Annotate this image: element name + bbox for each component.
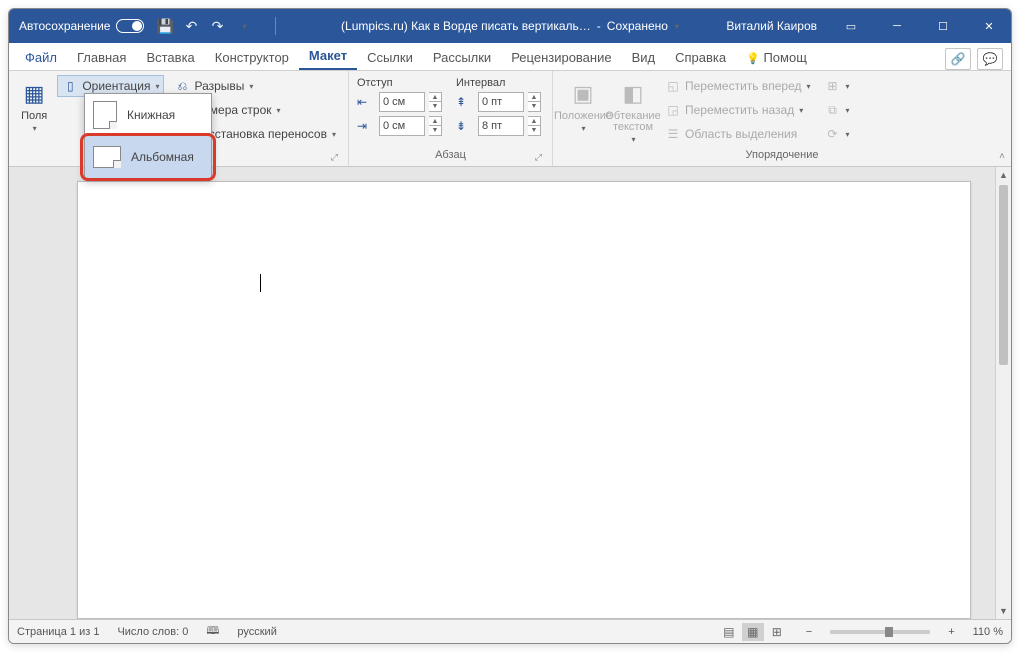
tab-review[interactable]: Рецензирование — [501, 45, 621, 70]
comments-icon[interactable]: 💬 — [977, 48, 1003, 70]
bring-forward-button: ◱Переместить вперед▾ — [661, 75, 815, 97]
share-icon[interactable]: 🔗 — [945, 48, 971, 70]
wrap-icon: ◧ — [618, 79, 648, 109]
proofing-icon[interactable]: 🕮 — [206, 622, 219, 641]
tab-help[interactable]: Справка — [665, 45, 736, 70]
portrait-icon — [93, 101, 117, 129]
autosave-label: Автосохранение — [19, 19, 110, 33]
breaks-icon: ⎌ — [174, 78, 190, 94]
ribbon: ▦ Поля ▾ ▯ Ориентация▾ ⎌ Разрывы▾ — [9, 71, 1011, 167]
indent-label: Отступ — [357, 77, 442, 89]
tab-home[interactable]: Главная — [67, 45, 136, 70]
indent-right-input[interactable]: 0 см — [379, 116, 425, 136]
save-icon[interactable]: 💾 — [156, 17, 174, 35]
qat-more-icon[interactable]: ▾ — [235, 17, 253, 35]
document-title: (Lumpics.ru) Как в Ворде писать вертикал… — [341, 19, 591, 33]
collapse-ribbon-icon[interactable]: ˄ — [999, 151, 1005, 162]
spacing-after-icon: ⇟ — [456, 119, 474, 133]
paragraph-launcher[interactable]: ⤢ — [535, 150, 542, 164]
document-area: ▲ ▼ — [9, 167, 1011, 619]
read-mode-icon[interactable]: ▤ — [718, 623, 740, 641]
word-count[interactable]: Число слов: 0 — [117, 626, 188, 638]
web-layout-icon[interactable]: ⊞ — [766, 623, 788, 641]
spacing-before-spinner[interactable]: ▲▼ — [528, 92, 541, 112]
align-button: ⊞▾ — [821, 75, 854, 97]
rotate-button: ⟳▾ — [821, 123, 854, 145]
spacing-after-input[interactable]: 8 пт — [478, 116, 524, 136]
zoom-level[interactable]: 110 % — [973, 626, 1003, 638]
word-window: Автосохранение 💾 ↶ ↷ ▾ (Lumpics.ru) Как … — [8, 8, 1012, 644]
indent-right-icon: ⇥ — [357, 119, 375, 133]
redo-icon[interactable]: ↷ — [208, 17, 226, 35]
orientation-icon: ▯ — [62, 78, 78, 94]
page-status[interactable]: Страница 1 из 1 — [17, 626, 99, 638]
title-bar: Автосохранение 💾 ↶ ↷ ▾ (Lumpics.ru) Как … — [9, 9, 1011, 43]
tab-assist[interactable]: 💡 Помощ — [736, 45, 817, 70]
autosave-toggle[interactable] — [116, 19, 144, 33]
status-bar: Страница 1 из 1 Число слов: 0 🕮 русский … — [9, 619, 1011, 643]
ribbon-tabs: Файл Главная Вставка Конструктор Макет С… — [9, 43, 1011, 71]
zoom-in-button[interactable]: + — [948, 626, 954, 638]
margins-icon: ▦ — [19, 79, 49, 109]
landscape-icon — [93, 146, 121, 168]
tab-view[interactable]: Вид — [622, 45, 666, 70]
bring-forward-icon: ◱ — [665, 78, 681, 94]
minimize-button[interactable]: ─ — [875, 9, 919, 43]
print-layout-icon[interactable]: ▦ — [742, 623, 764, 641]
vertical-scrollbar[interactable]: ▲ ▼ — [995, 167, 1011, 619]
tab-file[interactable]: Файл — [15, 45, 67, 70]
indent-left-spinner[interactable]: ▲▼ — [429, 92, 442, 112]
spacing-before-icon: ⇞ — [456, 95, 474, 109]
undo-icon[interactable]: ↶ — [182, 17, 200, 35]
paragraph-group-label: Абзац — [435, 149, 466, 161]
indent-right-spinner[interactable]: ▲▼ — [429, 116, 442, 136]
zoom-out-button[interactable]: − — [806, 626, 812, 638]
close-button[interactable]: ✕ — [967, 9, 1011, 43]
group-button: ⧉▾ — [821, 99, 854, 121]
tab-layout[interactable]: Макет — [299, 43, 357, 70]
tab-mailings[interactable]: Рассылки — [423, 45, 501, 70]
position-button: ▣ Положение ▾ — [561, 75, 605, 148]
margins-button[interactable]: ▦ Поля ▾ — [17, 75, 51, 148]
indent-left-input[interactable]: 0 см — [379, 92, 425, 112]
maximize-button[interactable]: ☐ — [921, 9, 965, 43]
tab-design[interactable]: Конструктор — [205, 45, 299, 70]
spacing-before-input[interactable]: 0 пт — [478, 92, 524, 112]
selection-pane-icon: ☰ — [665, 126, 681, 142]
text-cursor — [260, 274, 261, 292]
ribbon-display-icon[interactable]: ▭ — [829, 9, 873, 43]
orientation-portrait[interactable]: Книжная — [85, 94, 211, 136]
scroll-thumb[interactable] — [999, 185, 1008, 365]
tab-references[interactable]: Ссылки — [357, 45, 423, 70]
indent-left-icon: ⇤ — [357, 95, 375, 109]
align-icon: ⊞ — [825, 78, 841, 94]
send-backward-button: ◲Переместить назад▾ — [661, 99, 815, 121]
send-backward-icon: ◲ — [665, 102, 681, 118]
orientation-dropdown: Книжная Альбомная — [84, 93, 212, 179]
rotate-icon: ⟳ — [825, 126, 841, 142]
language-status[interactable]: русский — [237, 626, 276, 638]
page-setup-launcher[interactable]: ⤢ — [331, 150, 338, 164]
spacing-label: Интервал — [456, 77, 541, 89]
wrap-text-button: ◧ Обтекание текстом ▾ — [611, 75, 655, 148]
position-icon: ▣ — [568, 79, 598, 109]
scroll-up-icon[interactable]: ▲ — [996, 167, 1011, 183]
document-page[interactable] — [77, 181, 971, 619]
tab-insert[interactable]: Вставка — [136, 45, 204, 70]
group-icon: ⧉ — [825, 102, 841, 118]
scroll-down-icon[interactable]: ▼ — [996, 603, 1011, 619]
saved-status: Сохранено — [607, 19, 668, 33]
arrange-group-label: Упорядочение — [746, 149, 819, 161]
spacing-after-spinner[interactable]: ▲▼ — [528, 116, 541, 136]
user-name[interactable]: Виталий Каиров — [726, 19, 817, 33]
orientation-landscape[interactable]: Альбомная — [85, 136, 211, 178]
zoom-slider[interactable] — [830, 630, 930, 634]
selection-pane-button: ☰Область выделения — [661, 123, 815, 145]
